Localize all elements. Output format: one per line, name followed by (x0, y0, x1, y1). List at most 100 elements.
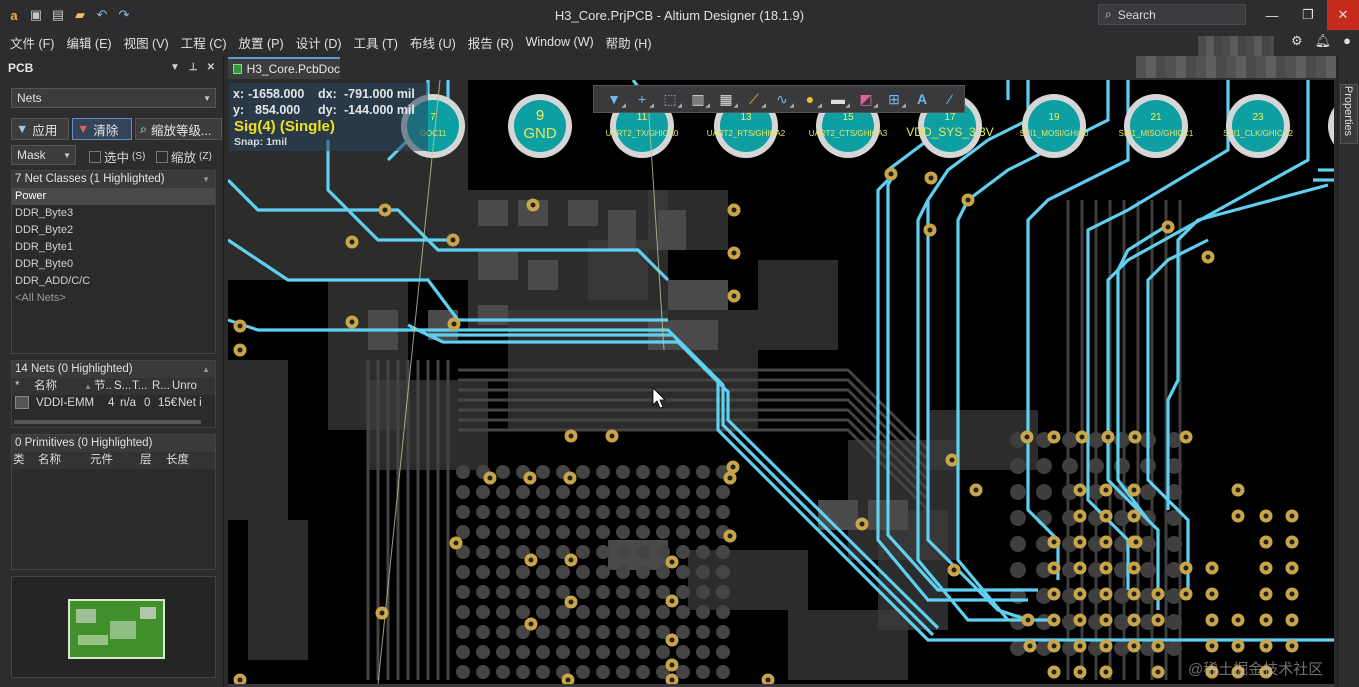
menu-help[interactable]: 帮助 (H) (600, 33, 658, 52)
mask-select[interactable]: Mask ▼ (11, 145, 76, 165)
col-t[interactable]: T... (132, 378, 152, 395)
bga-ball (496, 505, 510, 519)
redo-icon[interactable]: ↷ (116, 7, 132, 23)
col-nodes[interactable]: 节.. (94, 378, 114, 395)
menu-project[interactable]: 工程 (C) (175, 33, 233, 52)
zoom-level-button[interactable]: ⌕ 缩放等级... (135, 118, 222, 140)
user-icon[interactable]: ● (1343, 33, 1351, 49)
col-r[interactable]: R... (152, 378, 172, 395)
col-signal[interactable]: S... (114, 378, 132, 395)
bga-ball (696, 625, 710, 639)
pad-ring (1328, 107, 1334, 145)
signal-trace (1166, 183, 1329, 510)
table-row[interactable]: VDDI-EMM 4 n/a 0 15€ Net i (12, 395, 215, 412)
via-hole (1077, 617, 1083, 623)
bga-ball (536, 545, 550, 559)
list-item[interactable]: DDR_Byte0 (12, 256, 215, 273)
menu-view[interactable]: 视图 (V) (118, 33, 175, 52)
pad-number: 13 (740, 112, 752, 123)
list-item[interactable]: Power (12, 188, 215, 205)
col-component[interactable]: 元件 (90, 452, 140, 469)
col-star[interactable]: * (12, 378, 34, 395)
save-all-icon[interactable]: ▤ (50, 7, 66, 23)
menu-design[interactable]: 设计 (D) (290, 33, 348, 52)
nets-list[interactable]: 14 Nets (0 Highlighted) ▲ * 名称 ▲ 节.. S..… (11, 360, 216, 428)
zoom-label: 缩放 (171, 151, 197, 165)
minimize-button[interactable]: — (1256, 0, 1288, 30)
col-class[interactable]: 类 (12, 452, 38, 469)
pad-net-label: SPI1_CLK/GHICC2 (1223, 129, 1293, 138)
zoom-checkbox[interactable]: 缩放 (Z) (156, 147, 212, 166)
menu-route[interactable]: 布线 (U) (404, 33, 462, 52)
open-folder-icon[interactable]: ▰ (72, 7, 88, 23)
via-hole (1205, 254, 1211, 260)
menu-window[interactable]: Window (W) (520, 35, 600, 49)
app-logo-icon[interactable]: a (6, 7, 22, 23)
component-icon[interactable]: ▦ ◢ (714, 88, 738, 110)
select-checkbox[interactable]: 选中 (S) (89, 147, 145, 166)
list-item[interactable]: DDR_Byte2 (12, 222, 215, 239)
select-rect-icon[interactable]: ⬚ ◢ (658, 88, 682, 110)
menu-tools[interactable]: 工具 (T) (348, 33, 404, 52)
bga-ball (656, 545, 670, 559)
pcb-canvas[interactable]: 7 GOC11 9 GND 11 UART2_TX/GHICA0 13 UART2_RTS/G… (228, 80, 1334, 684)
text-icon[interactable]: A (910, 88, 934, 110)
menu-reports[interactable]: 报告 (R) (462, 33, 520, 52)
copper-block (248, 520, 308, 660)
via-hole (237, 347, 243, 353)
list-item[interactable]: <All Nets> (12, 290, 215, 307)
gear-icon[interactable]: ⚙ (1291, 33, 1303, 49)
close-button[interactable]: ✕ (1327, 0, 1359, 30)
undo-icon[interactable]: ↶ (94, 7, 110, 23)
menu-place[interactable]: 放置 (P) (233, 33, 290, 52)
keepout-icon[interactable]: ◩ ◢ (854, 88, 878, 110)
col-length[interactable]: 长度 (166, 452, 206, 469)
via-hole (1131, 591, 1137, 597)
dimension-icon[interactable]: ⊞ ◢ (882, 88, 906, 110)
bga-ball (636, 465, 650, 479)
col-layer[interactable]: 层 (140, 452, 166, 469)
pin-icon[interactable]: ⊥ (189, 62, 198, 73)
list-item[interactable]: DDR_ADD/C/C (12, 273, 215, 290)
net-classes-list[interactable]: 7 Net Classes (1 Highlighted) ▼ Power DD… (11, 170, 216, 354)
tune-length-icon[interactable]: ∿ ◢ (770, 88, 794, 110)
menu-edit[interactable]: 编辑 (E) (60, 33, 117, 52)
col-unrouted[interactable]: Unro (172, 378, 198, 395)
list-item[interactable]: DDR_Byte1 (12, 239, 215, 256)
crosshair-icon[interactable]: + ◢ (630, 88, 654, 110)
maximize-button[interactable]: ❐ (1292, 0, 1324, 30)
apply-button[interactable]: ▼ 应用 (11, 118, 69, 140)
line-icon[interactable]: ⁄ (938, 88, 962, 110)
save-icon[interactable]: ▣ (28, 7, 44, 23)
bell-icon[interactable]: 🔔︎ (1315, 33, 1332, 49)
primitives-list[interactable]: 0 Primitives (0 Highlighted) 类 名称 元件 层 长… (11, 434, 216, 570)
menu-file[interactable]: 文件 (F) (4, 33, 60, 52)
bga-ball (536, 565, 550, 579)
tab-pcbdoc[interactable]: H3_Core.PcbDoc (228, 57, 340, 79)
horizontal-scrollbar[interactable] (14, 420, 201, 424)
panel-mode-select[interactable]: Nets ▼ (11, 88, 216, 108)
bga-ball (516, 585, 530, 599)
panel-title: PCB (8, 61, 34, 75)
via-icon[interactable]: ● ◢ (798, 88, 822, 110)
via-hole (1079, 434, 1085, 440)
smd-pad (668, 280, 728, 310)
polygon-icon[interactable]: ▬ ◢ (826, 88, 850, 110)
via-hole (1155, 669, 1161, 675)
board-minimap[interactable] (11, 576, 216, 678)
panel-menu-icon[interactable]: ▼ (170, 62, 180, 73)
col-name[interactable]: 名称 (38, 452, 90, 469)
via-hole (349, 319, 355, 325)
filter-icon[interactable]: ▼ ◢ (602, 88, 626, 110)
align-icon[interactable]: ▥ ◢ (686, 88, 710, 110)
clear-button[interactable]: ▼ 清除 (72, 118, 132, 140)
via-hole (1235, 487, 1241, 493)
col-name[interactable]: 名称 (34, 378, 84, 395)
via-hole (450, 237, 456, 243)
route-icon[interactable]: ⟋ ◢ (742, 88, 766, 110)
search-input[interactable]: ⌕ Search (1098, 4, 1246, 25)
bga-ball (576, 665, 590, 679)
panel-close-icon[interactable]: ✕ (207, 62, 215, 73)
list-item[interactable]: DDR_Byte3 (12, 205, 215, 222)
bga-ball (576, 545, 590, 559)
